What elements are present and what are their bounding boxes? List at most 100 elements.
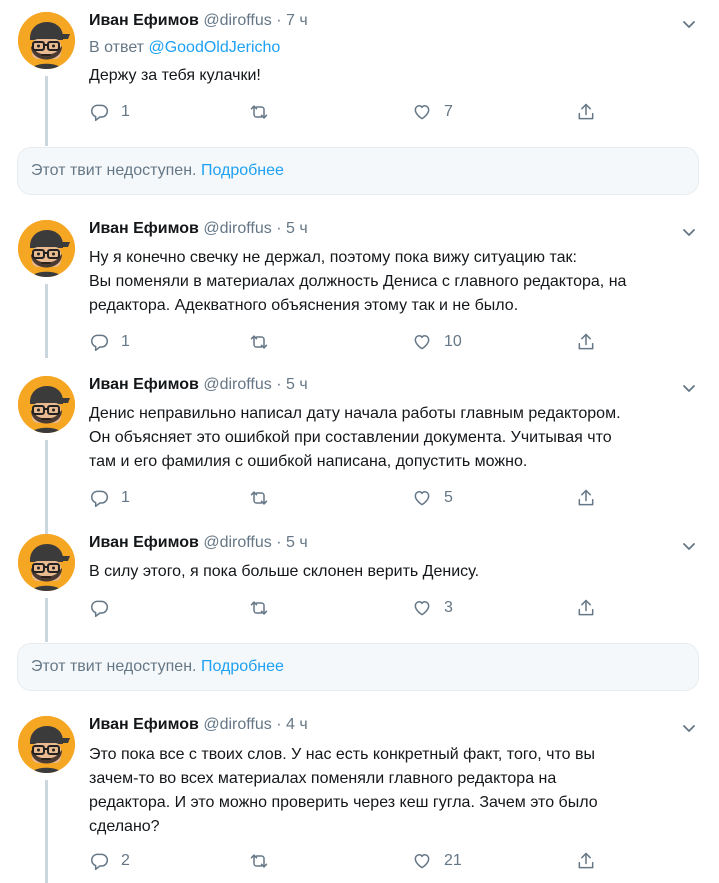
- reply-icon: [89, 102, 109, 122]
- retweet-button[interactable]: [249, 100, 281, 124]
- avatar[interactable]: [18, 220, 75, 277]
- reply-button[interactable]: 1: [89, 486, 130, 510]
- tweet-text-line: редактора. Адекватного объяснения этому …: [89, 297, 519, 314]
- timestamp[interactable]: 4 ч: [286, 716, 308, 733]
- reply-icon: [89, 851, 109, 871]
- share-button[interactable]: [576, 330, 596, 354]
- timestamp[interactable]: 5 ч: [286, 376, 308, 393]
- chevron-down-icon[interactable]: [681, 538, 697, 554]
- tweet-header: Иван Ефимов @diroffus · 4 ч: [89, 716, 308, 734]
- chevron-down-icon[interactable]: [681, 224, 697, 240]
- author-handle[interactable]: @diroffus: [203, 12, 271, 29]
- retweet-button[interactable]: [249, 849, 281, 873]
- author-handle[interactable]: @diroffus: [203, 376, 271, 393]
- author-handle[interactable]: @diroffus: [203, 534, 271, 551]
- like-button[interactable]: 10: [412, 330, 462, 354]
- avatar[interactable]: [18, 534, 75, 591]
- reply-prefix: В ответ: [89, 39, 145, 56]
- tweet-text-line: Он объясняет это ошибкой при составлении…: [89, 429, 612, 446]
- unavailable-text: Этот твит недоступен.: [31, 162, 197, 179]
- like-button[interactable]: 3: [412, 596, 453, 620]
- retweet-icon: [249, 851, 269, 871]
- reply-button[interactable]: [89, 596, 121, 620]
- tweet-actions: 1 7: [89, 100, 609, 124]
- author-handle[interactable]: @diroffus: [203, 220, 271, 237]
- separator-dot: ·: [276, 220, 282, 237]
- tweet-text: Денис неправильно написал дату начала ра…: [89, 402, 699, 474]
- reply-context: В ответ @GoodOldJericho: [89, 39, 280, 57]
- avatar[interactable]: [18, 12, 75, 69]
- thread-line: [45, 76, 48, 146]
- thread-line: [45, 440, 48, 534]
- unavailable-tweet-notice: Этот твит недоступен. Подробнее: [17, 643, 699, 691]
- like-button[interactable]: 7: [412, 100, 453, 124]
- tweet-text: Это пока все с твоих слов. У нас есть ко…: [89, 743, 699, 839]
- learn-more-link[interactable]: Подробнее: [201, 658, 284, 675]
- like-count: 7: [444, 103, 453, 120]
- thread-line: [45, 598, 48, 642]
- share-button[interactable]: [576, 849, 596, 873]
- reply-button[interactable]: 1: [89, 330, 130, 354]
- timestamp[interactable]: 5 ч: [286, 534, 308, 551]
- heart-icon: [412, 332, 432, 352]
- reply-count: 1: [121, 103, 130, 120]
- share-button[interactable]: [576, 100, 596, 124]
- share-button[interactable]: [576, 596, 596, 620]
- tweet-text-line: Ну я конечно свечку не держал, поэтому п…: [89, 249, 577, 266]
- share-icon: [576, 102, 596, 122]
- tweet-text: Ну я конечно свечку не держал, поэтому п…: [89, 246, 699, 318]
- author-handle[interactable]: @diroffus: [203, 716, 271, 733]
- tweet-text: Держу за тебя кулачки!: [89, 64, 699, 88]
- separator-dot: ·: [276, 534, 282, 551]
- avatar[interactable]: [18, 376, 75, 433]
- author-name[interactable]: Иван Ефимов: [89, 220, 199, 237]
- tweet-header: Иван Ефимов @diroffus · 5 ч: [89, 534, 308, 552]
- tweet-actions: 1 10: [89, 330, 609, 354]
- tweet-text-line: Вы поменяли в материалах должность Денис…: [89, 273, 627, 290]
- like-button[interactable]: 21: [412, 849, 462, 873]
- thread-line: [45, 284, 48, 358]
- reply-mention-link[interactable]: @GoodOldJericho: [148, 39, 280, 56]
- timestamp[interactable]: 5 ч: [286, 220, 308, 237]
- author-name[interactable]: Иван Ефимов: [89, 12, 199, 29]
- tweet-text-line: Держу за тебя кулачки!: [89, 67, 261, 84]
- share-button[interactable]: [576, 486, 596, 510]
- retweet-icon: [249, 332, 269, 352]
- share-icon: [576, 598, 596, 618]
- tweet-header: Иван Ефимов @diroffus · 5 ч: [89, 376, 308, 394]
- share-icon: [576, 332, 596, 352]
- like-count: 3: [444, 599, 453, 616]
- learn-more-link[interactable]: Подробнее: [201, 162, 284, 179]
- tweet-text-line: Это пока все с твоих слов. У нас есть ко…: [89, 746, 595, 763]
- share-icon: [576, 488, 596, 508]
- heart-icon: [412, 102, 432, 122]
- like-button[interactable]: 5: [412, 486, 453, 510]
- retweet-button[interactable]: [249, 486, 281, 510]
- author-name[interactable]: Иван Ефимов: [89, 376, 199, 393]
- separator-dot: ·: [276, 12, 282, 29]
- chevron-down-icon[interactable]: [681, 16, 697, 32]
- unavailable-text: Этот твит недоступен.: [31, 658, 197, 675]
- chevron-down-icon[interactable]: [681, 380, 697, 396]
- like-count: 5: [444, 489, 453, 506]
- tweet-text-line: В силу этого, я пока больше склонен вери…: [89, 563, 480, 580]
- chevron-down-icon[interactable]: [681, 720, 697, 736]
- author-name[interactable]: Иван Ефимов: [89, 534, 199, 551]
- reply-button[interactable]: 2: [89, 849, 130, 873]
- author-name[interactable]: Иван Ефимов: [89, 716, 199, 733]
- reply-button[interactable]: 1: [89, 100, 130, 124]
- reply-icon: [89, 488, 109, 508]
- tweet-header: Иван Ефимов @diroffus · 7 ч: [89, 12, 308, 30]
- tweet-text-line: Денис неправильно написал дату начала ра…: [89, 405, 621, 422]
- retweet-button[interactable]: [249, 596, 281, 620]
- avatar[interactable]: [18, 716, 75, 773]
- retweet-button[interactable]: [249, 330, 281, 354]
- heart-icon: [412, 598, 432, 618]
- unavailable-tweet-notice: Этот твит недоступен. Подробнее: [17, 147, 699, 195]
- tweet-text-line: редактора. И это можно проверить через к…: [89, 794, 598, 811]
- like-count: 10: [444, 333, 462, 350]
- timestamp[interactable]: 7 ч: [286, 12, 308, 29]
- reply-icon: [89, 598, 109, 618]
- retweet-icon: [249, 102, 269, 122]
- reply-icon: [89, 332, 109, 352]
